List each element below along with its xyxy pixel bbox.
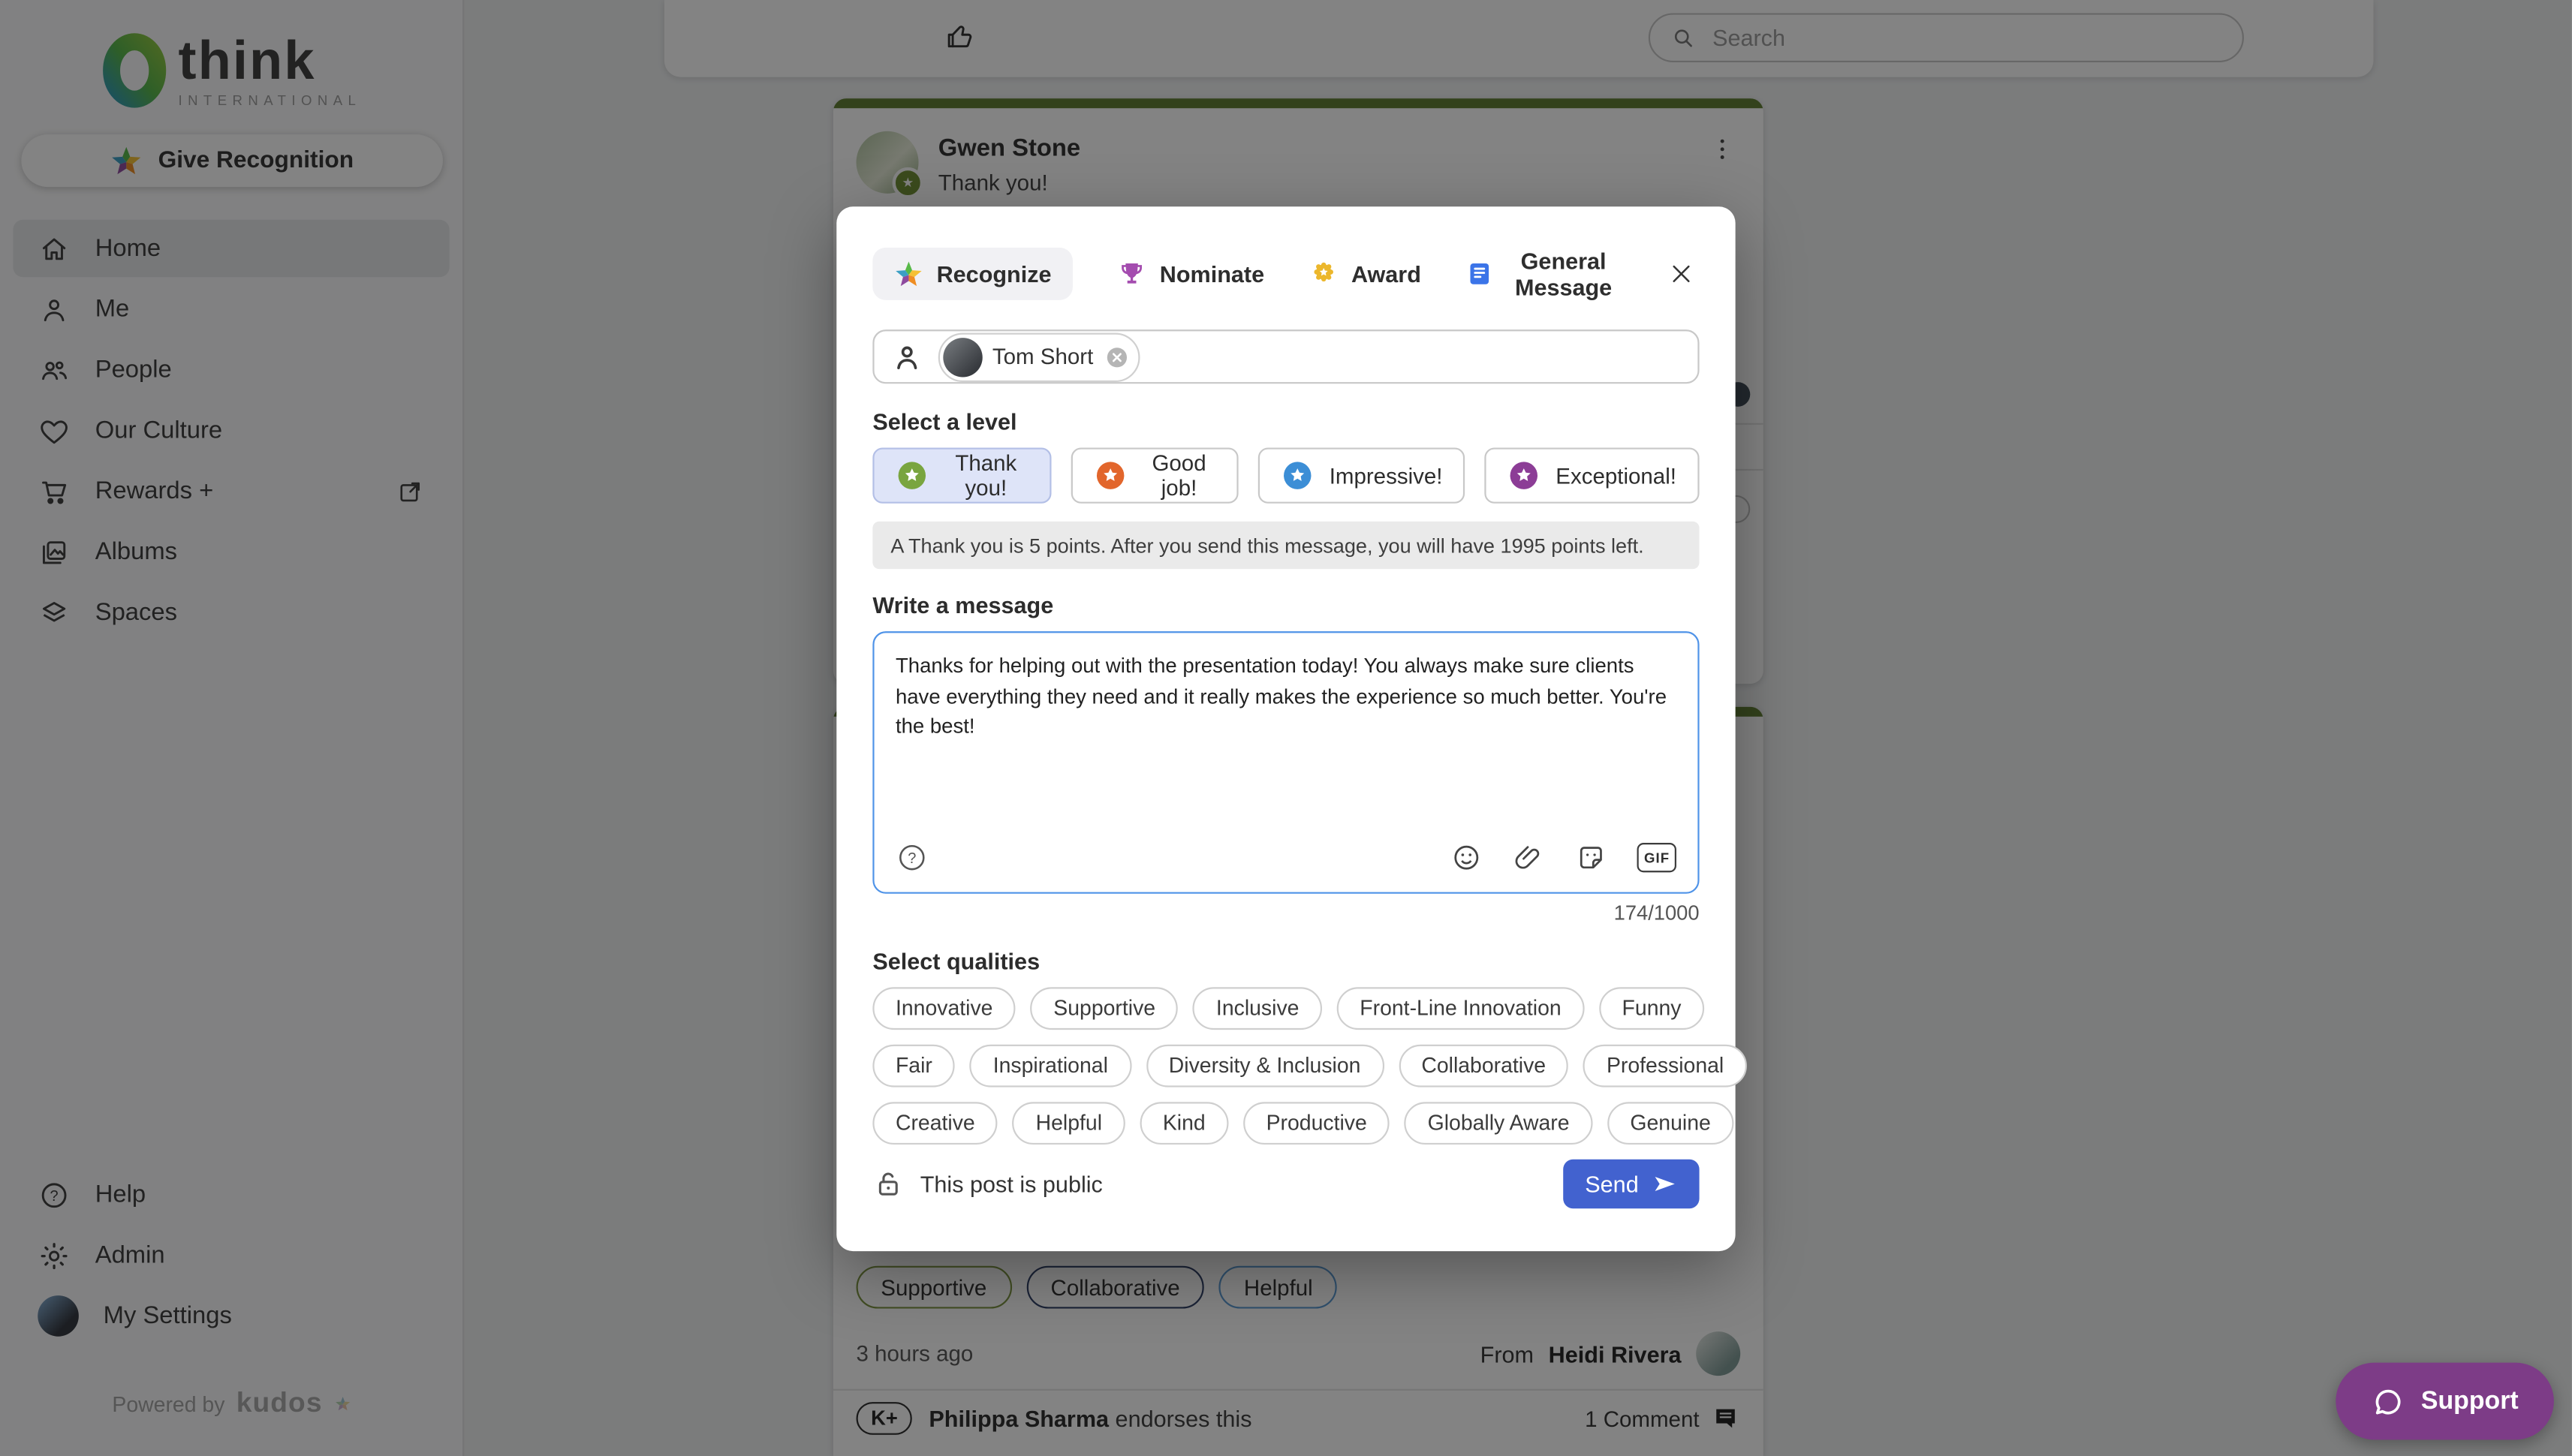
- quality-chip[interactable]: Inclusive: [1193, 987, 1322, 1030]
- tab-label: General Message: [1508, 248, 1619, 300]
- level-thank-you[interactable]: Thank you!: [872, 448, 1052, 504]
- level-heading: Select a level: [872, 409, 1699, 435]
- sticker-icon: [1575, 841, 1608, 874]
- gif-button[interactable]: GIF: [1637, 857, 1676, 859]
- level-exceptional[interactable]: Exceptional!: [1485, 448, 1699, 504]
- tab-label: Nominate: [1160, 260, 1264, 287]
- message-input[interactable]: Thanks for helping out with the presenta…: [875, 633, 1698, 841]
- qualities-list: Innovative Supportive Inclusive Front-Li…: [872, 987, 1699, 1159]
- send-button[interactable]: Send: [1564, 1160, 1700, 1209]
- quality-chip[interactable]: Funny: [1599, 987, 1704, 1030]
- smiley-icon: [1450, 841, 1483, 874]
- message-box: Thanks for helping out with the presenta…: [872, 632, 1699, 894]
- send-label: Send: [1585, 1171, 1638, 1197]
- quality-chip[interactable]: Productive: [1243, 1102, 1390, 1145]
- quality-chip[interactable]: Front-Line Innovation: [1337, 987, 1585, 1030]
- emoji-button[interactable]: [1450, 841, 1483, 874]
- close-icon: [1667, 259, 1696, 288]
- level-label: Exceptional!: [1556, 464, 1676, 489]
- quality-chip[interactable]: Creative: [872, 1102, 998, 1145]
- message-toolbar: ? GIF: [875, 841, 1698, 892]
- points-info: A Thank you is 5 points. After you send …: [872, 522, 1699, 570]
- give-recognition-modal: Recognize Nominate Award General Message: [836, 206, 1735, 1251]
- message-tools-right: GIF: [1450, 841, 1676, 874]
- quality-chip[interactable]: Globally Aware: [1405, 1102, 1592, 1145]
- level-good-job[interactable]: Good job!: [1071, 448, 1239, 504]
- chat-bubble-icon: [2372, 1385, 2405, 1418]
- recipient-name: Tom Short: [992, 344, 1093, 369]
- app: think INTERNATIONAL Give Recognition Hom…: [0, 0, 2572, 1456]
- level-star-icon: [896, 460, 929, 493]
- modal-tabs: Recognize Nominate Award General Message: [872, 236, 1699, 312]
- remove-recipient-button[interactable]: [1103, 344, 1129, 370]
- quality-chip[interactable]: Fair: [872, 1045, 955, 1087]
- trophy-icon: [1117, 259, 1146, 288]
- recipient-field[interactable]: Tom Short: [872, 329, 1699, 384]
- level-star-icon: [1095, 460, 1128, 493]
- attach-button[interactable]: [1513, 841, 1546, 874]
- sticker-button[interactable]: [1575, 841, 1608, 874]
- message-heading: Write a message: [872, 592, 1699, 618]
- paperclip-icon: [1513, 841, 1546, 874]
- visibility-note: This post is public: [920, 1171, 1103, 1197]
- document-icon: [1465, 259, 1495, 288]
- send-icon: [1652, 1171, 1678, 1197]
- lock-open-icon: [872, 1168, 905, 1201]
- quality-chip[interactable]: Innovative: [872, 987, 1016, 1030]
- quality-chip[interactable]: Genuine: [1607, 1102, 1734, 1145]
- support-button[interactable]: Support: [2336, 1363, 2554, 1440]
- tab-award[interactable]: Award: [1309, 248, 1421, 300]
- quality-chip[interactable]: Diversity & Inclusion: [1146, 1045, 1384, 1087]
- x-circle-icon: [1103, 344, 1129, 370]
- quality-chip[interactable]: Professional: [1583, 1045, 1747, 1087]
- quality-chip[interactable]: Kind: [1140, 1102, 1228, 1145]
- medal-icon: [1309, 259, 1338, 288]
- level-options: Thank you! Good job! Impressive! Excepti…: [872, 448, 1699, 504]
- quality-chip[interactable]: Helpful: [1013, 1102, 1125, 1145]
- char-counter: 174/1000: [872, 902, 1699, 925]
- modal-footer: This post is public Send: [872, 1160, 1699, 1209]
- recipient-avatar: [943, 337, 982, 376]
- tab-label: Award: [1351, 260, 1421, 287]
- qualities-row: Creative Helpful Kind Productive Globall…: [872, 1102, 1699, 1145]
- tab-recognize[interactable]: Recognize: [872, 248, 1073, 300]
- gif-icon: GIF: [1637, 844, 1676, 873]
- recipient-chip: Tom Short: [938, 332, 1140, 382]
- tab-label: Recognize: [937, 260, 1052, 287]
- quality-chip[interactable]: Collaborative: [1399, 1045, 1569, 1087]
- tab-nominate[interactable]: Nominate: [1117, 248, 1264, 300]
- level-label: Good job!: [1142, 452, 1216, 501]
- close-button[interactable]: [1663, 256, 1699, 292]
- screen: think INTERNATIONAL Give Recognition Hom…: [0, 0, 2572, 1456]
- tab-general-message[interactable]: General Message: [1465, 236, 1619, 312]
- quality-chip[interactable]: Inspirational: [970, 1045, 1131, 1087]
- help-circle-icon: ?: [896, 841, 929, 874]
- level-star-icon: [1281, 460, 1315, 493]
- qualities-heading: Select qualities: [872, 948, 1699, 974]
- level-star-icon: [1508, 460, 1541, 493]
- level-label: Impressive!: [1330, 464, 1443, 489]
- quality-chip[interactable]: Supportive: [1031, 987, 1179, 1030]
- level-label: Thank you!: [943, 452, 1028, 501]
- qualities-row: Fair Inspirational Diversity & Inclusion…: [872, 1045, 1699, 1087]
- recognize-star-icon: [894, 259, 923, 288]
- level-impressive[interactable]: Impressive!: [1259, 448, 1465, 504]
- formatting-help-button[interactable]: ?: [896, 841, 929, 874]
- svg-text:?: ?: [908, 850, 916, 867]
- person-icon: [890, 341, 923, 374]
- support-label: Support: [2421, 1386, 2519, 1415]
- qualities-row: Innovative Supportive Inclusive Front-Li…: [872, 987, 1699, 1030]
